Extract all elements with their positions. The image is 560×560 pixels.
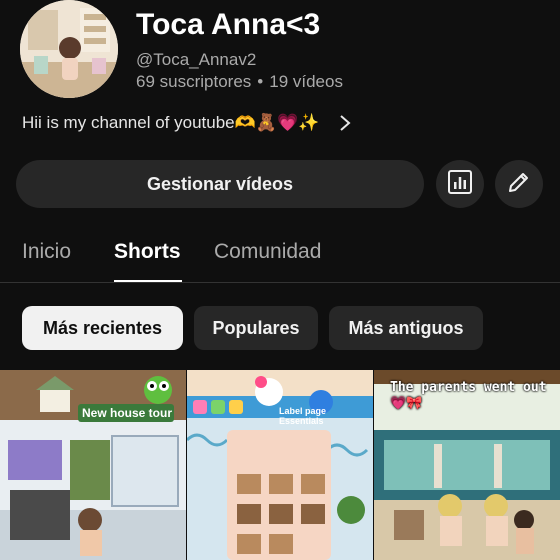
channel-handle: @Toca_Annav2 — [136, 50, 257, 69]
chip-mas-recientes[interactable]: Más recientes — [22, 306, 183, 350]
channel-avatar[interactable] — [20, 0, 118, 98]
stats-separator: • — [257, 72, 264, 91]
channel-stats: 69 suscriptores • 19 vídeos — [136, 72, 343, 92]
video-count: 19 vídeos — [269, 72, 343, 91]
edit-channel-button[interactable] — [495, 160, 543, 208]
chip-mas-antiguos[interactable]: Más antiguos — [329, 306, 483, 350]
short-thumbnail-1[interactable]: New house tour — [0, 370, 186, 560]
channel-description[interactable]: Hii is my channel of youtube🫶🧸💗✨ — [22, 113, 355, 133]
short-thumbnail-2[interactable]: Label page Essentials — [187, 370, 373, 560]
tab-shorts[interactable]: Shorts — [114, 240, 181, 264]
chip-populares[interactable]: Populares — [194, 306, 318, 350]
description-text: Hii is my channel of youtube🫶🧸💗✨ — [22, 113, 320, 132]
manage-videos-button[interactable]: Gestionar vídeos — [16, 160, 424, 208]
tab-comunidad[interactable]: Comunidad — [214, 240, 321, 264]
tab-inicio[interactable]: Inicio — [22, 240, 71, 264]
analytics-button[interactable] — [436, 160, 484, 208]
tabs-divider — [0, 282, 560, 283]
short-overlay-text: Label page Essentials — [279, 406, 327, 426]
bar-chart-icon — [447, 169, 473, 200]
short-overlay-text: New house tour — [82, 406, 173, 420]
pencil-icon — [506, 169, 532, 200]
short-overlay-text: The parents went out💗🎀 — [390, 380, 547, 411]
chevron-right-icon[interactable] — [335, 113, 355, 133]
short-thumbnail-3[interactable]: The parents went out💗🎀 — [374, 370, 560, 560]
channel-name: Toca Anna<3 — [136, 8, 321, 41]
subscriber-count: 69 suscriptores — [136, 72, 252, 91]
